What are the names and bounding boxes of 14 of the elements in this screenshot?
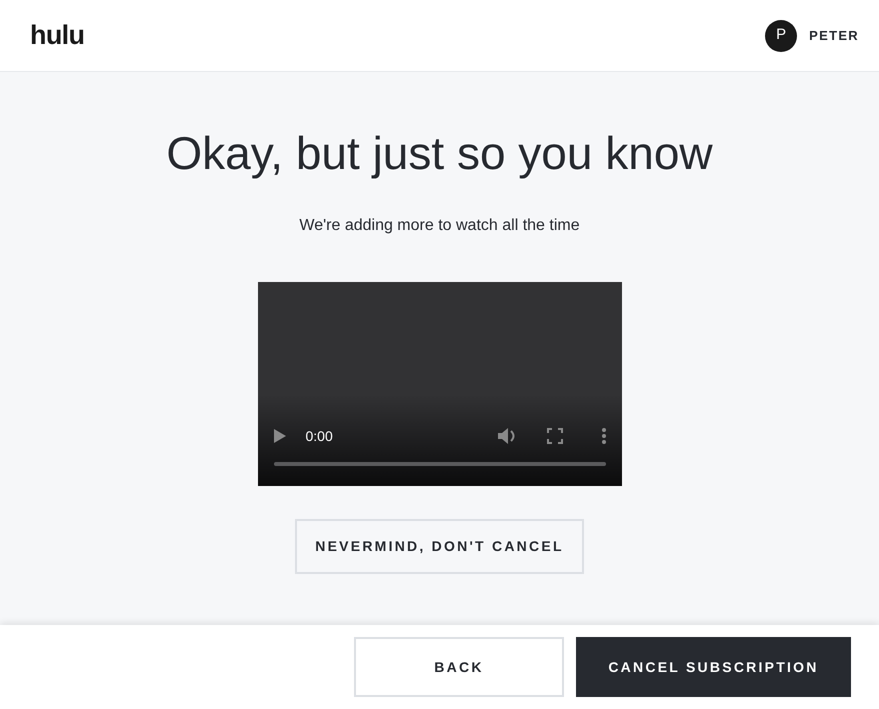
fullscreen-icon[interactable] xyxy=(546,428,562,444)
user-avatar[interactable]: P xyxy=(765,20,798,52)
page-heading: Okay, but just so you know xyxy=(166,130,713,176)
cancel-subscription-button[interactable]: CANCEL SUBSCRIPTION xyxy=(576,637,851,697)
user-name[interactable]: PETER xyxy=(809,26,859,46)
nevermind-button[interactable]: NEVERMIND, DON'T CANCEL xyxy=(295,519,584,574)
volume-icon[interactable] xyxy=(498,427,518,445)
play-icon[interactable] xyxy=(274,429,286,443)
back-button[interactable]: BACK xyxy=(354,637,564,697)
video-time: 0:00 xyxy=(306,426,333,446)
hulu-logo[interactable]: hulu xyxy=(30,22,84,49)
video-player[interactable]: 0:00 xyxy=(258,282,622,486)
page-subtitle: We're adding more to watch all the time xyxy=(299,216,580,236)
more-options-icon[interactable] xyxy=(602,428,606,444)
